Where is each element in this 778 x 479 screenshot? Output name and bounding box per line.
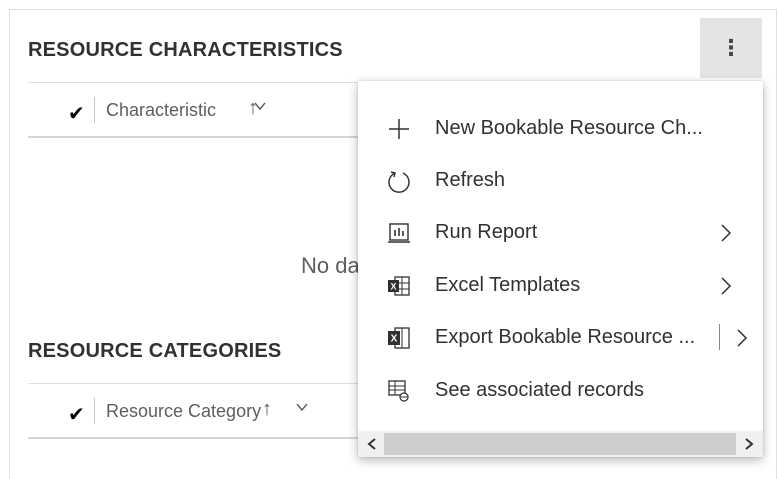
excel-export-icon: X bbox=[388, 327, 410, 349]
chevron-right-icon bbox=[721, 277, 732, 295]
menu-item-run-report[interactable]: Run Report bbox=[358, 207, 763, 259]
svg-text:X: X bbox=[391, 334, 398, 345]
menu-item-label: See associated records bbox=[435, 379, 645, 401]
report-icon bbox=[388, 223, 410, 243]
more-vertical-icon: ⋮ bbox=[720, 35, 742, 60]
horizontal-scrollbar[interactable] bbox=[358, 431, 763, 457]
plus-icon bbox=[389, 119, 409, 139]
select-all-checkbox[interactable]: ✔ bbox=[68, 402, 85, 427]
menu-item-refresh[interactable]: Refresh bbox=[358, 155, 763, 207]
column-divider bbox=[94, 398, 95, 424]
select-all-checkbox[interactable]: ✔ bbox=[68, 101, 85, 126]
associated-records-icon bbox=[388, 380, 409, 402]
menu-item-label: New Bookable Resource Ch... bbox=[435, 117, 703, 139]
excel-templates-icon: X bbox=[388, 276, 410, 296]
split-button-divider bbox=[719, 324, 720, 350]
scroll-left-arrow-icon[interactable] bbox=[362, 434, 382, 454]
menu-item-label: Export Bookable Resource ... bbox=[435, 326, 696, 348]
column-divider bbox=[94, 97, 95, 123]
menu-item-export-bookable-resource[interactable]: X Export Bookable Resource ... bbox=[358, 312, 763, 364]
column-header-characteristic[interactable]: Characteristic bbox=[106, 100, 216, 121]
characteristics-section-title: RESOURCE CHARACTERISTICS bbox=[28, 39, 343, 61]
chevron-down-icon[interactable] bbox=[254, 100, 266, 112]
more-commands-button[interactable]: ⋮ bbox=[700, 18, 762, 78]
menu-item-label: Excel Templates bbox=[435, 274, 581, 296]
menu-item-see-associated-records[interactable]: See associated records bbox=[358, 365, 763, 417]
menu-item-new-bookable-resource-characteristic[interactable]: New Bookable Resource Ch... bbox=[358, 103, 763, 155]
column-header-resource-category[interactable]: Resource Category bbox=[106, 401, 261, 422]
scroll-right-arrow-icon[interactable] bbox=[739, 434, 759, 454]
refresh-icon bbox=[388, 171, 410, 193]
chevron-down-icon[interactable] bbox=[296, 401, 308, 413]
menu-item-label: Refresh bbox=[435, 169, 506, 191]
overflow-command-menu: New Bookable Resource Ch... Refresh Run … bbox=[358, 81, 763, 457]
menu-item-label: Run Report bbox=[435, 221, 538, 243]
characteristics-grid-header: ✔ Characteristic ↑ bbox=[28, 82, 368, 138]
svg-text:X: X bbox=[390, 282, 396, 292]
chevron-right-icon bbox=[721, 224, 732, 242]
categories-grid-header: ✔ Resource Category ↑ bbox=[28, 383, 368, 439]
chevron-right-icon[interactable] bbox=[734, 329, 750, 347]
empty-grid-message: No da bbox=[301, 253, 360, 278]
menu-item-excel-templates[interactable]: X Excel Templates bbox=[358, 260, 763, 312]
sort-ascending-icon: ↑ bbox=[262, 398, 272, 420]
scrollbar-thumb[interactable] bbox=[384, 433, 736, 455]
categories-section-title: RESOURCE CATEGORIES bbox=[28, 340, 282, 362]
